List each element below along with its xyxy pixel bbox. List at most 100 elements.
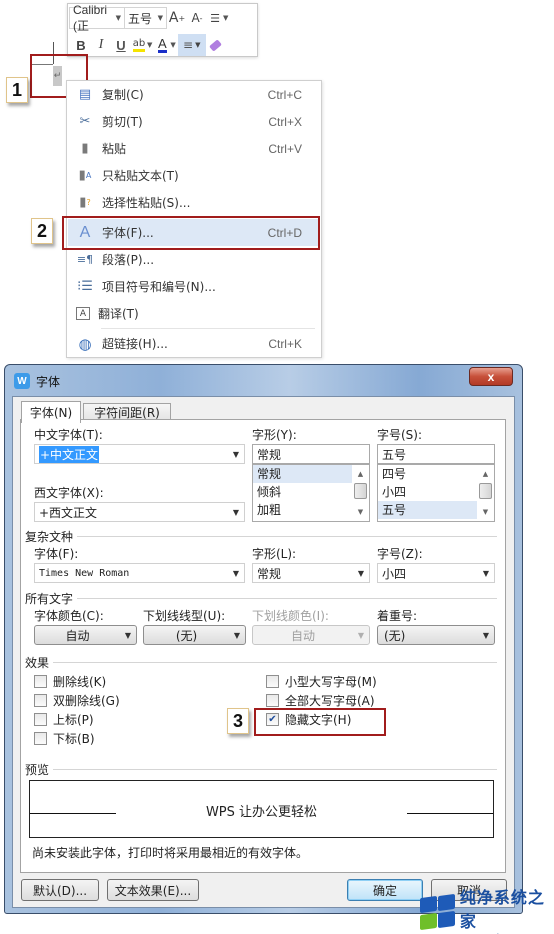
tab-font[interactable]: 字体(N) xyxy=(21,401,81,423)
text-effects-button[interactable]: 文本效果(E)... xyxy=(107,879,199,901)
menu-item-copy[interactable]: ▤ 复制(C) Ctrl+C xyxy=(68,81,320,108)
checkbox-box[interactable] xyxy=(266,693,279,707)
checkbox-box[interactable] xyxy=(266,674,279,688)
checkbox-box[interactable] xyxy=(34,693,47,707)
checkbox-box[interactable] xyxy=(34,712,47,726)
subscript-checkbox[interactable]: 下标(B) xyxy=(34,729,95,747)
chevron-down-icon: ▼ xyxy=(232,449,240,459)
chevron-down-icon[interactable]: ▼ xyxy=(170,41,175,49)
font-name-combo[interactable]: Calibri (正 ▼ xyxy=(69,3,125,33)
menu-item-label: 段落(P)... xyxy=(102,253,155,267)
style-listbox[interactable]: 常规 倾斜 加粗 ▲ ▼ xyxy=(252,464,370,522)
menu-item-shortcut: Ctrl+C xyxy=(267,87,302,102)
effects-group-label: 效果 xyxy=(25,656,50,670)
group-divider xyxy=(53,769,497,770)
mini-toolbar-row-1: Calibri (正 ▼ 五号 ▼ A + A- ☰ ▼ xyxy=(68,3,230,33)
menu-item-shortcut: Ctrl+X xyxy=(268,114,302,129)
chevron-down-icon: ▼ xyxy=(482,630,490,640)
button-label: 确定 xyxy=(372,883,397,898)
preview-note: 尚未安装此字体，打印时将采用最相近的有效字体。 xyxy=(32,846,309,860)
tab-panel-font: 中文字体(T): +中文正文 ▼ 西文字体(X): +西文正文 ▼ 字形(Y):… xyxy=(20,419,506,873)
menu-item-label: 剪切(T) xyxy=(102,115,143,129)
style-input[interactable]: 常规 xyxy=(252,444,370,464)
checkbox-label: 全部大写字母(A) xyxy=(285,693,375,708)
checkbox-box[interactable] xyxy=(34,731,47,745)
button-label: 默认(D)... xyxy=(32,883,88,898)
underline-icon: U xyxy=(116,37,126,53)
tab-label: 字体(N) xyxy=(29,406,73,420)
align-button[interactable]: ≡ ▼ xyxy=(177,34,206,56)
menu-item-translate[interactable]: A 翻译(T) xyxy=(68,300,320,327)
font-color-button[interactable]: A xyxy=(154,34,170,56)
font-color-combo[interactable]: 自动 ▼ xyxy=(34,625,137,645)
menu-item-cut[interactable]: ✂ 剪切(T) Ctrl+X xyxy=(68,108,320,135)
emphasis-combo[interactable]: (无) ▼ xyxy=(377,625,495,645)
checkbox-box[interactable] xyxy=(34,674,47,688)
preview-box: WPS 让办公更轻松 xyxy=(29,780,494,838)
underline-button[interactable]: U xyxy=(111,34,131,56)
scroll-up-icon[interactable]: ▲ xyxy=(477,466,494,482)
small-caps-checkbox[interactable]: 小型大写字母(M) xyxy=(266,672,377,690)
shrink-font-button[interactable]: A- xyxy=(187,7,207,29)
line-spacing-icon: ☰ xyxy=(210,11,220,25)
ok-button[interactable]: 确定 xyxy=(347,879,423,901)
size-listbox[interactable]: 四号 小四 五号 ▲ ▼ xyxy=(377,464,495,522)
font-color-label: 字体颜色(C): xyxy=(34,609,104,623)
superscript-checkbox[interactable]: 上标(P) xyxy=(34,710,94,728)
complex-font-combo[interactable]: Times New Roman ▼ xyxy=(34,563,245,583)
menu-item-paste-special[interactable]: ▮? 选择性粘贴(S)... xyxy=(68,189,320,216)
chevron-down-icon: ▼ xyxy=(357,630,365,640)
checkbox-label: 双删除线(G) xyxy=(53,693,120,708)
menu-item-label: 只粘贴文本(T) xyxy=(102,169,179,183)
underline-style-combo[interactable]: (无) ▼ xyxy=(143,625,246,645)
scroll-thumb[interactable] xyxy=(354,483,367,499)
strikethrough-checkbox[interactable]: 删除线(K) xyxy=(34,672,106,690)
scroll-thumb[interactable] xyxy=(479,483,492,499)
complex-style-combo[interactable]: 常规 ▼ xyxy=(252,563,370,583)
format-painter-button[interactable] xyxy=(206,34,226,56)
line-spacing-button[interactable]: ☰ xyxy=(207,7,223,29)
chinese-font-combo[interactable]: +中文正文 ▼ xyxy=(34,444,245,464)
size-input[interactable]: 五号 xyxy=(377,444,495,464)
complex-size-combo[interactable]: 小四 ▼ xyxy=(377,563,495,583)
font-size-combo[interactable]: 五号 ▼ xyxy=(125,7,167,29)
bold-button[interactable]: B xyxy=(71,34,91,56)
western-font-combo[interactable]: +西文正文 ▼ xyxy=(34,502,245,522)
menu-item-paragraph[interactable]: ≡¶ 段落(P)... xyxy=(68,246,320,273)
chevron-down-icon[interactable]: ▼ xyxy=(147,41,152,49)
chevron-down-icon[interactable]: ▼ xyxy=(223,14,228,22)
underline-style-label: 下划线线型(U): xyxy=(143,609,226,623)
complex-font-label: 字体(F): xyxy=(34,547,79,561)
all-caps-checkbox[interactable]: 全部大写字母(A) xyxy=(266,691,375,709)
menu-item-label: 选择性粘贴(S)... xyxy=(102,196,191,210)
scroll-down-icon[interactable]: ▼ xyxy=(477,504,494,520)
menu-item-paste[interactable]: ▮ 粘贴 Ctrl+V xyxy=(68,135,320,162)
chevron-down-icon: ▼ xyxy=(157,14,163,22)
size-label: 字号(S): xyxy=(377,428,423,442)
font-name-value: Calibri (正 xyxy=(73,2,108,33)
default-button[interactable]: 默认(D)... xyxy=(21,879,99,901)
highlight-button[interactable]: ab xyxy=(131,34,147,56)
close-button[interactable]: x xyxy=(469,367,513,386)
complex-style-value: 常规 xyxy=(257,566,282,581)
callout-3: 3 xyxy=(227,708,249,734)
scroll-down-icon[interactable]: ▼ xyxy=(352,504,369,520)
italic-button[interactable]: I xyxy=(91,34,111,56)
dialog-title: 字体 xyxy=(36,374,61,389)
highlight-icon: ab xyxy=(132,38,146,52)
menu-item-hyperlink[interactable]: ◍ 超链接(H)... Ctrl+K xyxy=(68,330,320,357)
menu-item-paste-text[interactable]: ▮ A 只粘贴文本(T) xyxy=(68,162,320,189)
font-color-icon: A xyxy=(158,36,167,53)
grow-font-button[interactable]: A + xyxy=(167,7,187,29)
chevron-down-icon: ▼ xyxy=(124,630,132,640)
preview-baseline-right xyxy=(407,813,493,814)
menu-item-bullets[interactable]: ⁝☰ 项目符号和编号(N)... xyxy=(68,273,320,300)
font-size-value: 五号 xyxy=(128,11,153,26)
double-strikethrough-checkbox[interactable]: 双删除线(G) xyxy=(34,691,120,709)
scroll-up-icon[interactable]: ▲ xyxy=(352,466,369,482)
font-dialog: W 字体 x 字体(N) 字符间距(R) 中文字体(T): +中文正文 ▼ 西文… xyxy=(4,364,523,914)
watermark-text: 纯净系统之家 www.ycwjzy.com xyxy=(460,884,554,934)
scrollbar[interactable]: ▲ ▼ xyxy=(352,465,369,521)
scrollbar[interactable]: ▲ ▼ xyxy=(477,465,494,521)
checkbox-label: 下标(B) xyxy=(53,731,95,746)
